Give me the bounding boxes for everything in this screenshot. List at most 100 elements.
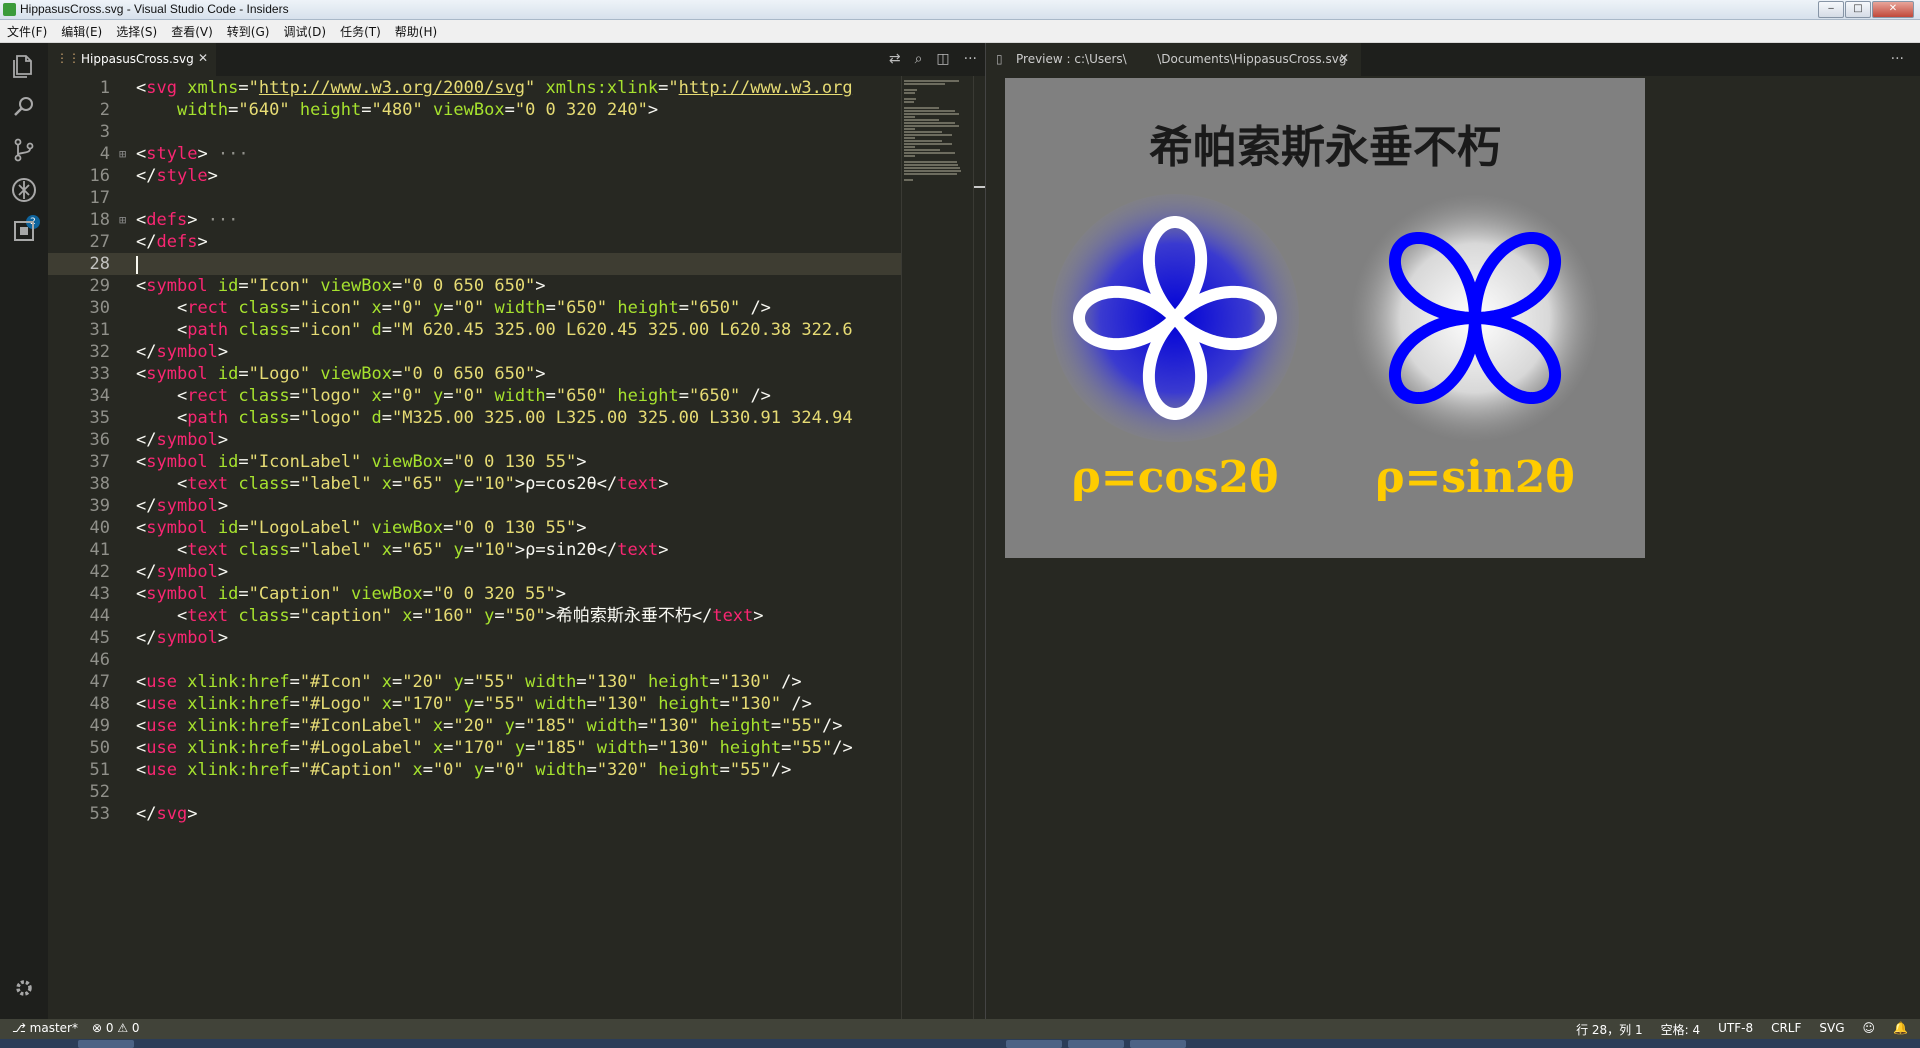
taskbar-item[interactable] <box>1130 1040 1186 1048</box>
fold-expand-icon[interactable]: ⊞ <box>119 143 126 165</box>
open-preview-icon[interactable]: ⌕ <box>915 51 923 67</box>
line-ending[interactable]: CRLF <box>1771 1021 1801 1038</box>
code-line[interactable]: 41 <text class="label" x="65" y="10">ρ=s… <box>48 539 901 561</box>
extensions-icon[interactable] <box>10 219 38 247</box>
code-line[interactable]: 17 <box>48 187 901 209</box>
more-actions-icon[interactable]: ··· <box>964 51 977 67</box>
code-line[interactable]: 45 </symbol> <box>48 627 901 649</box>
language-mode[interactable]: SVG <box>1819 1021 1844 1038</box>
minimap-line <box>904 137 915 139</box>
line-number: 2 <box>99 100 110 120</box>
tab-preview[interactable]: ▯ Preview : c:\Users\ \Documents\Hippasu… <box>986 43 1361 76</box>
code-line[interactable]: 16 </style> <box>48 165 901 187</box>
minimap-line <box>904 110 955 112</box>
minimap-line <box>904 173 957 175</box>
minimize-button[interactable]: ‒ <box>1818 1 1844 18</box>
minimap-line <box>904 164 958 166</box>
code-line[interactable]: 33 <symbol id="Logo" viewBox="0 0 650 650… <box>48 363 901 385</box>
branch-indicator[interactable]: ⎇ master* <box>12 1021 78 1035</box>
indentation[interactable]: 空格: 4 <box>1661 1021 1701 1038</box>
feedback-icon[interactable]: ☺ <box>1863 1021 1876 1038</box>
code-text: <text class="caption" x="160" y="50">希帕索… <box>176 606 764 626</box>
code-line[interactable]: 1 <svg xmlns="http://www.w3.org/2000/svg"… <box>48 77 901 99</box>
code-line[interactable]: 4 ⊞ <style> ··· <box>48 143 901 165</box>
code-line[interactable]: 51 <use xlink:href="#Caption" x="0" y="0"… <box>48 759 901 781</box>
code-line[interactable]: 3 <box>48 121 901 143</box>
bell-icon[interactable]: 🔔 <box>1893 1021 1908 1038</box>
code-line[interactable]: 40 <symbol id="LogoLabel" viewBox="0 0 13… <box>48 517 901 539</box>
menu-file[interactable]: 文件(F) <box>0 23 54 40</box>
code-line[interactable]: 46 <box>48 649 901 671</box>
code-line[interactable]: 27 </defs> <box>48 231 901 253</box>
explorer-icon[interactable] <box>10 53 38 81</box>
code-line[interactable]: 35 <path class="logo" d="M325.00 325.00 … <box>48 407 901 429</box>
code-line[interactable]: 49 <use xlink:href="#IconLabel" x="20" y=… <box>48 715 901 737</box>
code-line[interactable]: 42 </symbol> <box>48 561 901 583</box>
close-preview-tab-icon[interactable]: ✕ <box>1339 51 1349 65</box>
split-editor-icon[interactable]: ◫ <box>936 51 949 67</box>
code-editor[interactable]: 1 <svg xmlns="http://www.w3.org/2000/svg"… <box>48 76 901 1019</box>
fold-expand-icon[interactable]: ⊞ <box>119 209 126 231</box>
code-line[interactable]: 37 <symbol id="IconLabel" viewBox="0 0 13… <box>48 451 901 473</box>
line-number: 49 <box>89 716 110 736</box>
gear-icon[interactable] <box>10 977 38 1005</box>
taskbar-item[interactable] <box>78 1040 134 1048</box>
code-line[interactable]: 30 <rect class="icon" x="0" y="0" width=… <box>48 297 901 319</box>
code-text: </symbol> <box>136 562 229 582</box>
preview-more-actions-icon[interactable]: ··· <box>1891 51 1904 67</box>
code-line[interactable]: 43 <symbol id="Caption" viewBox="0 0 320 … <box>48 583 901 605</box>
code-line[interactable]: 28 <box>48 253 901 275</box>
line-number: 38 <box>89 474 110 494</box>
menu-tasks[interactable]: 任务(T) <box>333 23 388 40</box>
code-line[interactable]: 32 </symbol> <box>48 341 901 363</box>
code-line[interactable]: 29 <symbol id="Icon" viewBox="0 0 650 650… <box>48 275 901 297</box>
code-line[interactable]: 44 <text class="caption" x="160" y="50">… <box>48 605 901 627</box>
menu-debug[interactable]: 调试(D) <box>276 23 333 40</box>
close-tab-icon[interactable]: ✕ <box>198 51 208 65</box>
code-text: <style> ··· <box>136 144 249 164</box>
code-line[interactable]: 34 <rect class="logo" x="0" y="0" width=… <box>48 385 901 407</box>
menu-edit[interactable]: 编辑(E) <box>54 23 109 40</box>
minimap-line <box>904 113 959 115</box>
line-number: 17 <box>89 188 110 208</box>
close-window-button[interactable]: ✕ <box>1872 1 1914 18</box>
maximize-button[interactable]: □ <box>1845 1 1871 18</box>
taskbar-item[interactable] <box>1068 1040 1124 1048</box>
debug-icon[interactable] <box>10 177 38 205</box>
line-number: 32 <box>89 342 110 362</box>
source-control-icon[interactable] <box>10 137 38 165</box>
encoding[interactable]: UTF-8 <box>1718 1021 1753 1038</box>
menu-go[interactable]: 转到(G) <box>220 23 277 40</box>
code-line[interactable]: 31 <path class="icon" d="M 620.45 325.00… <box>48 319 901 341</box>
code-line[interactable]: 36 </symbol> <box>48 429 901 451</box>
line-number: 37 <box>89 452 110 472</box>
code-line[interactable]: 2 width="640" height="480" viewBox="0 0 … <box>48 99 901 121</box>
code-line[interactable]: 50 <use xlink:href="#LogoLabel" x="170" y… <box>48 737 901 759</box>
problems-indicator[interactable]: ⊗ 0 ⚠ 0 <box>92 1021 140 1035</box>
code-text: <defs> ··· <box>136 210 239 230</box>
minimap-line <box>904 89 917 91</box>
taskbar-item[interactable] <box>1006 1040 1062 1048</box>
minimap-line <box>904 152 955 154</box>
code-text: <use xlink:href="#Caption" x="0" y="0" w… <box>136 760 792 780</box>
code-text: <text class="label" x="65" y="10">ρ=sin2… <box>176 540 669 560</box>
code-line[interactable]: 39 </symbol> <box>48 495 901 517</box>
code-text: </svg> <box>136 804 198 824</box>
code-line[interactable]: 47 <use xlink:href="#Icon" x="20" y="55" … <box>48 671 901 693</box>
code-line[interactable]: 18 ⊞ <defs> ··· <box>48 209 901 231</box>
menu-selection[interactable]: 选择(S) <box>109 23 164 40</box>
error-count: 0 <box>105 1021 114 1035</box>
cursor-position[interactable]: 行 28，列 1 <box>1576 1021 1643 1038</box>
window-controls: ‒ □ ✕ <box>1818 1 1914 18</box>
code-text: </symbol> <box>136 496 229 516</box>
tab-hippasuscross-svg[interactable]: ⋮⋮ HippasusCross.svg ✕ <box>48 43 216 76</box>
code-line[interactable]: 52 <box>48 781 901 803</box>
code-line[interactable]: 48 <use xlink:href="#Logo" x="170" y="55"… <box>48 693 901 715</box>
code-line[interactable]: 53 </svg> <box>48 803 901 825</box>
search-icon[interactable] <box>10 95 38 123</box>
open-changes-icon[interactable]: ⇄ <box>889 51 901 67</box>
menu-view[interactable]: 查看(V) <box>164 23 220 40</box>
menu-help[interactable]: 帮助(H) <box>388 23 444 40</box>
code-line[interactable]: 38 <text class="label" x="65" y="10">ρ=c… <box>48 473 901 495</box>
minimap[interactable] <box>901 76 974 1019</box>
